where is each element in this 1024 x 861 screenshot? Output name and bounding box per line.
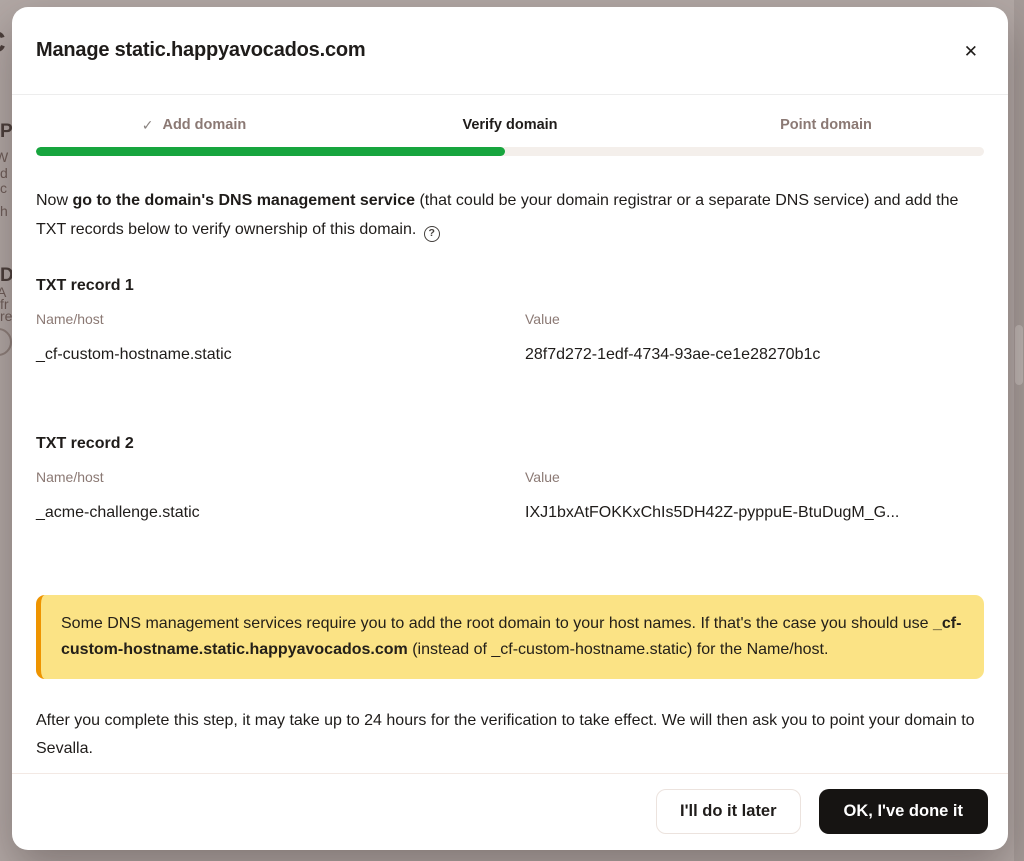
background-text-fragment: P <box>0 122 13 141</box>
txt-record-2-value: IXJ1bxAtFOKKxChIs5DH42Z-pyppuE-BtuDugM_G… <box>525 503 984 523</box>
txt-record-2-section: TXT record 2 Name/host Value _acme-chall… <box>36 434 984 523</box>
modal-title: Manage static.happyavocados.com <box>36 38 365 62</box>
intro-bold: go to the domain's DNS management servic… <box>72 192 415 209</box>
name-host-label: Name/host <box>36 311 525 328</box>
done-button[interactable]: OK, I've done it <box>819 789 988 834</box>
modal-body: ✓ Add domain Verify domain Point domain … <box>12 95 1008 773</box>
step-label-point-domain: Point domain <box>780 117 872 134</box>
background-text-fragment: C <box>0 28 6 58</box>
background-text-fragment: W <box>0 150 8 164</box>
verification-note: After you complete this step, it may tak… <box>36 707 984 763</box>
later-button[interactable]: I'll do it later <box>656 789 801 834</box>
page-scrollbar-track[interactable] <box>1014 0 1024 861</box>
background-text-fragment: h <box>0 204 8 218</box>
stepper-step-verify-domain: Verify domain <box>352 117 668 134</box>
callout-text-1: Some DNS management services require you… <box>61 615 933 632</box>
modal-header: Manage static.happyavocados.com ✕ <box>12 7 1008 95</box>
txt-record-1-value: 28f7d272-1edf-4734-93ae-ce1e28270b1c <box>525 345 984 365</box>
manage-domain-modal: Manage static.happyavocados.com ✕ ✓ Add … <box>12 7 1008 850</box>
background-text-fragment: d <box>0 166 8 180</box>
background-text-fragment: c <box>0 181 7 195</box>
txt-record-2-name: _acme-challenge.static <box>36 503 525 523</box>
value-label: Value <box>525 311 984 328</box>
dns-root-domain-callout: Some DNS management services require you… <box>36 595 984 679</box>
stepper-step-point-domain: Point domain <box>668 117 984 134</box>
name-host-label: Name/host <box>36 469 525 486</box>
txt-record-2-title: TXT record 2 <box>36 434 984 454</box>
txt-record-1-section: TXT record 1 Name/host Value _cf-custom-… <box>36 276 984 365</box>
stepper-step-add-domain: ✓ Add domain <box>36 117 352 134</box>
txt-record-1-name: _cf-custom-hostname.static <box>36 345 525 365</box>
stepper: ✓ Add domain Verify domain Point domain <box>36 117 984 134</box>
step-label-verify-domain: Verify domain <box>462 117 557 134</box>
progress-bar <box>36 147 984 156</box>
modal-footer: I'll do it later OK, I've done it <box>12 773 1008 850</box>
progress-bar-fill <box>36 147 505 156</box>
intro-prefix: Now <box>36 192 72 209</box>
intro-text: Now go to the domain's DNS management se… <box>36 186 984 244</box>
background-text-fragment: re <box>0 309 12 323</box>
step-label-add-domain: Add domain <box>162 117 246 134</box>
callout-text-2: (instead of _cf-custom-hostname.static) … <box>408 641 829 658</box>
txt-record-1-title: TXT record 1 <box>36 276 984 296</box>
txt-record-2-grid: Name/host Value _acme-challenge.static I… <box>36 469 984 523</box>
txt-record-1-grid: Name/host Value _cf-custom-hostname.stat… <box>36 311 984 365</box>
check-icon: ✓ <box>142 117 154 134</box>
help-icon[interactable]: ? <box>424 226 440 242</box>
page-scrollbar-thumb[interactable] <box>1015 325 1023 385</box>
background-circle-fragment <box>0 328 12 356</box>
value-label: Value <box>525 469 984 486</box>
close-icon[interactable]: ✕ <box>958 40 984 64</box>
